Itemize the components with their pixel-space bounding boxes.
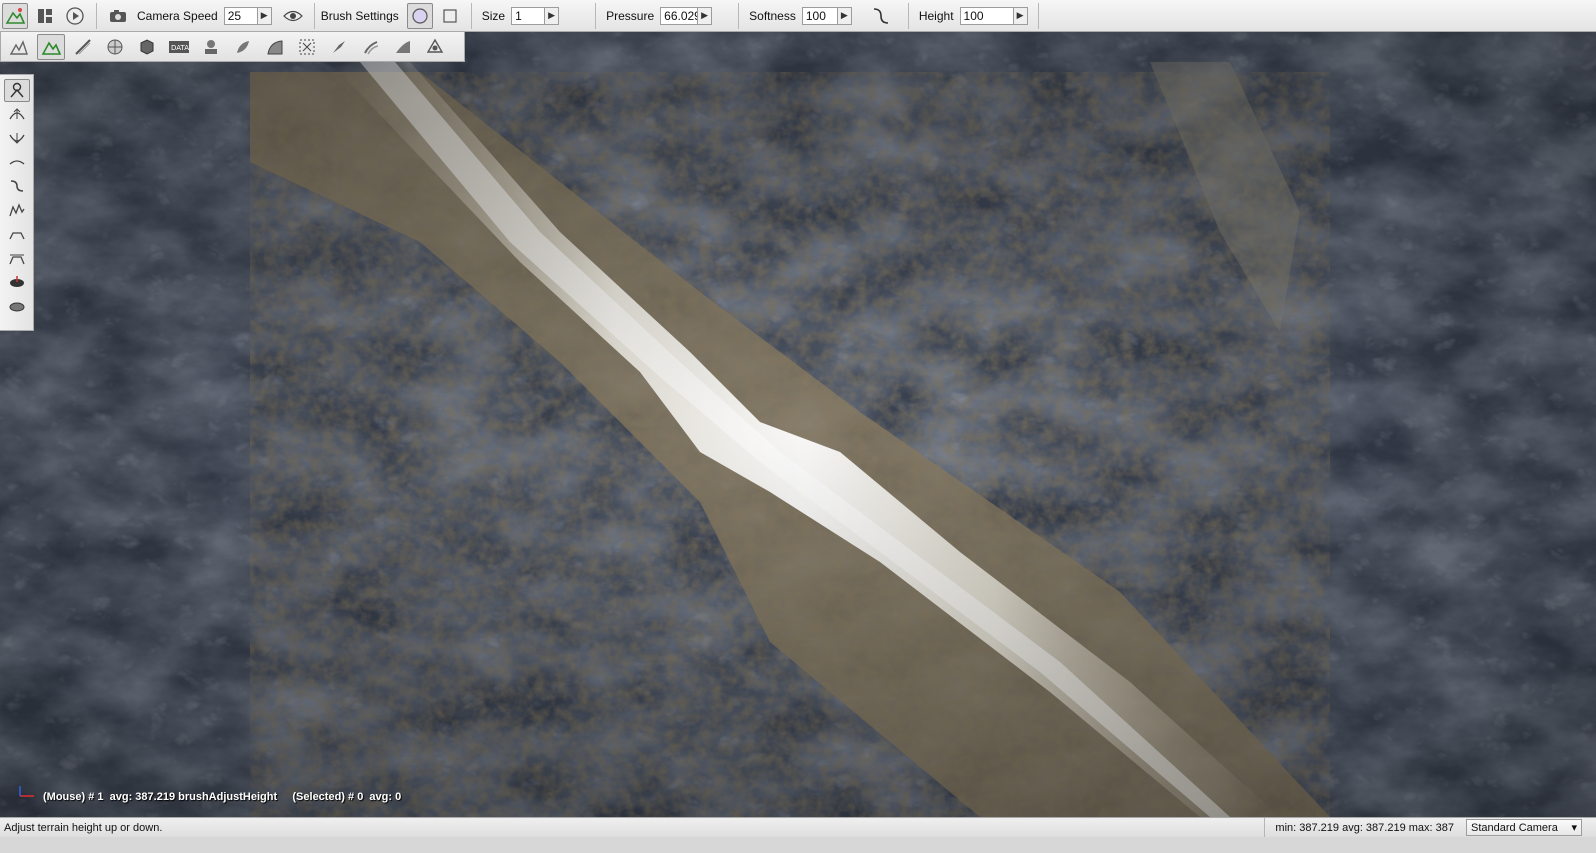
height-arrow-icon[interactable]: ▶ [1013, 6, 1028, 25]
visibility-eye-icon[interactable] [280, 3, 306, 29]
pressure-input[interactable]: 66.029 [660, 6, 699, 25]
terrain-tool-palette [0, 74, 34, 331]
bottom-strip [0, 837, 1596, 853]
3d-viewport[interactable]: (Mouse) # 1 avg: 387.219 brushAdjustHeig… [0, 32, 1596, 817]
raise-height-icon[interactable] [4, 103, 30, 126]
lower-height-icon[interactable] [4, 127, 30, 150]
softness-curve-icon[interactable] [868, 3, 894, 29]
brush-tool-icon[interactable] [325, 34, 353, 60]
camera-speed-input[interactable]: 25 [223, 6, 258, 25]
toolbar-separator [1037, 2, 1039, 29]
viewport-info-text: (Mouse) # 1 avg: 387.219 brushAdjustHeig… [43, 791, 402, 803]
camera-speed-field[interactable]: 25 ▶ [223, 6, 272, 25]
datablock-icon[interactable]: DATA [165, 34, 193, 60]
terrain-painter-icon[interactable] [5, 34, 33, 60]
layout-icon[interactable] [32, 3, 58, 29]
softness-arrow-icon[interactable]: ▶ [837, 6, 852, 25]
circle-brush-icon[interactable] [406, 2, 433, 29]
top-toolbar: Camera Speed 25 ▶ Brush Settings Size 1 … [0, 0, 1596, 32]
height-input[interactable]: 100 [959, 6, 1014, 25]
size-input[interactable]: 1 [511, 6, 546, 25]
set-height-icon[interactable] [4, 247, 30, 270]
noise-icon[interactable] [4, 199, 30, 222]
play-icon[interactable] [62, 3, 88, 29]
height-field[interactable]: 100 ▶ [959, 6, 1028, 25]
toolbar-separator [738, 2, 740, 29]
editor-tool-row: DATA [0, 32, 465, 62]
height-stats-text: min: 387.219 avg: 387.219 max: 387 [1264, 817, 1466, 838]
forest-editor-icon[interactable] [197, 34, 225, 60]
flatten-icon[interactable] [4, 223, 30, 246]
softness-field[interactable]: 100 ▶ [801, 6, 852, 25]
camera-icon[interactable] [105, 3, 131, 29]
square-brush-icon[interactable] [437, 3, 463, 29]
terrain-editor-icon[interactable] [37, 33, 65, 60]
camera-select[interactable]: Standard Camera ▾ [1466, 819, 1582, 836]
terrain-render[interactable] [0, 32, 1596, 817]
clear-terrain-icon[interactable] [4, 271, 30, 294]
camera-speed-arrow-icon[interactable]: ▶ [257, 6, 272, 25]
pressure-arrow-icon[interactable]: ▶ [698, 6, 713, 25]
pressure-label: Pressure [606, 8, 655, 23]
object-cube-icon[interactable] [133, 34, 161, 60]
status-bar: Adjust terrain height up or down. min: 3… [0, 817, 1596, 838]
world-icon[interactable] [101, 34, 129, 60]
toolbar-separator [96, 2, 97, 29]
size-label: Size [481, 8, 506, 23]
svg-text:DATA: DATA [171, 44, 189, 52]
size-arrow-icon[interactable]: ▶ [545, 6, 560, 25]
restore-terrain-icon[interactable] [4, 295, 30, 318]
grab-terrain-icon[interactable] [3, 78, 30, 102]
decal-icon[interactable] [229, 34, 257, 60]
chevron-down-icon: ▾ [1571, 822, 1577, 834]
smooth-icon[interactable] [4, 151, 30, 174]
shape-editor-icon[interactable] [293, 34, 321, 60]
height-label: Height [918, 8, 954, 23]
sketch-icon[interactable] [421, 34, 449, 60]
toolbar-separator [313, 2, 315, 29]
brush-settings-label: Brush Settings [320, 8, 399, 23]
meshroad-slope-icon[interactable] [389, 34, 417, 60]
road-editor-icon[interactable] [69, 34, 97, 60]
size-field[interactable]: 1 ▶ [511, 6, 560, 25]
pressure-field[interactable]: 66.029 ▶ [660, 6, 713, 25]
mesh-road-icon[interactable] [261, 34, 289, 60]
status-hint-text: Adjust terrain height up or down. [4, 821, 163, 834]
camera-speed-label: Camera Speed [137, 8, 218, 23]
toolbar-separator [470, 2, 472, 29]
softness-input[interactable]: 100 [801, 6, 838, 25]
terrain-editor-toggle-icon[interactable] [2, 2, 28, 29]
toolbar-separator [907, 2, 909, 29]
axis-gizmo-icon [19, 786, 34, 797]
softness-label: Softness [749, 8, 796, 23]
slope-smooth-icon[interactable] [4, 175, 30, 198]
river-icon[interactable] [357, 34, 385, 60]
toolbar-separator [595, 2, 597, 29]
camera-select-value: Standard Camera [1471, 821, 1558, 834]
